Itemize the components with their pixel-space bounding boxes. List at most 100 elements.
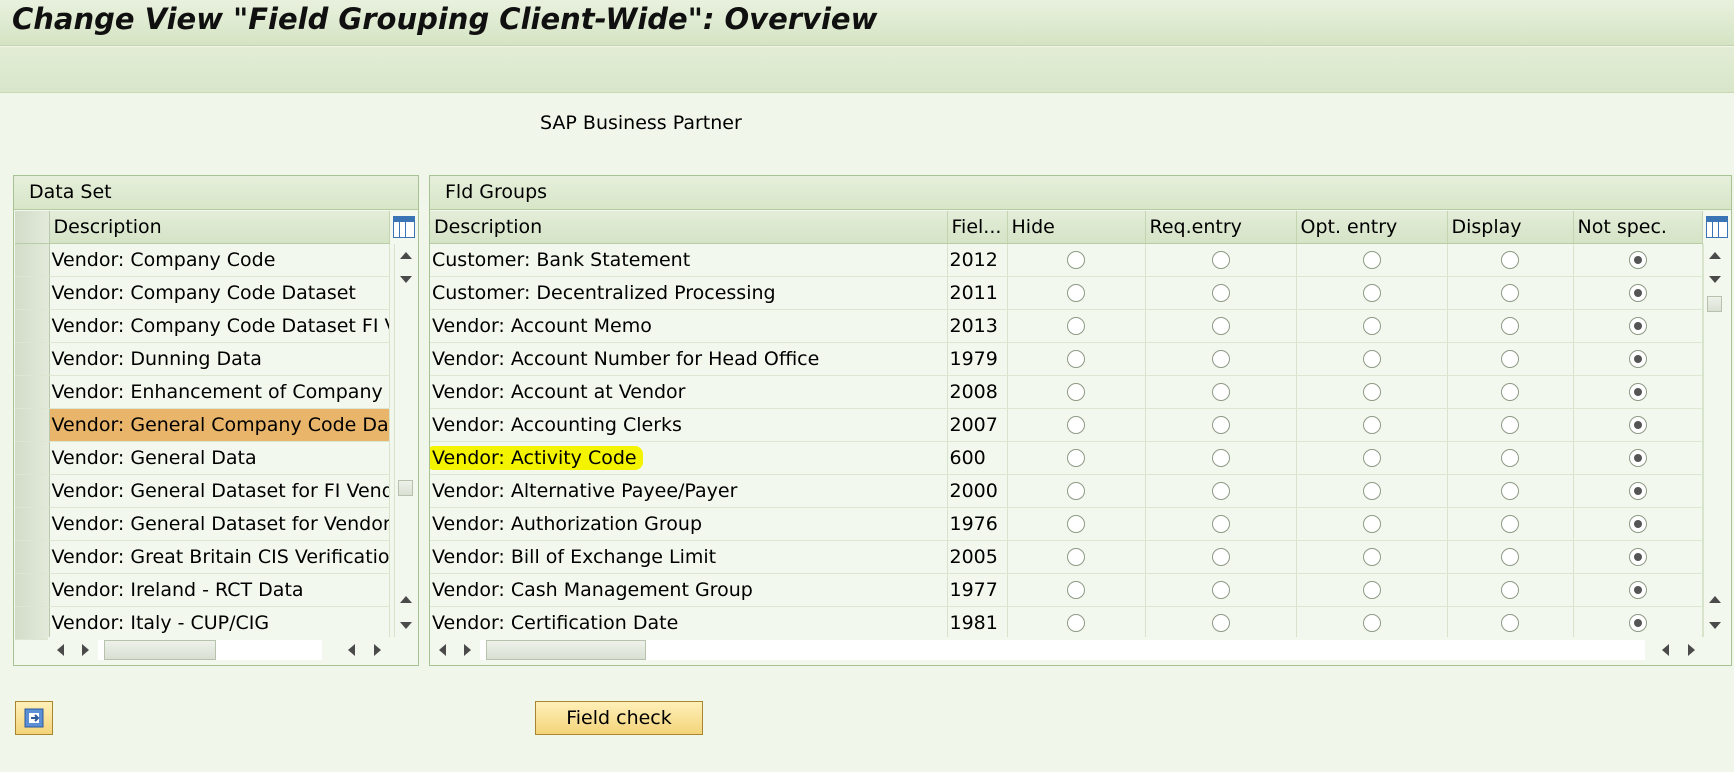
- row-selector-header[interactable]: [15, 211, 50, 244]
- data-set-description[interactable]: Vendor: Dunning Data: [49, 342, 390, 376]
- radio-display[interactable]: [1501, 251, 1519, 269]
- row-selector[interactable]: [15, 507, 50, 541]
- data-set-description-header[interactable]: Description: [49, 211, 390, 244]
- table-row[interactable]: Vendor: General Dataset for FI Vendor: [15, 474, 390, 508]
- radio-opt-entry[interactable]: [1362, 317, 1381, 335]
- radio-req-entry[interactable]: [1211, 251, 1230, 269]
- radio-hide[interactable]: [1067, 416, 1085, 434]
- radio-hide[interactable]: [1067, 284, 1085, 302]
- row-selector[interactable]: [15, 540, 50, 574]
- fld-groups-horizontal-scrollbar[interactable]: [430, 637, 1730, 663]
- radio-req-entry[interactable]: [1211, 614, 1230, 632]
- radio-hide[interactable]: [1067, 515, 1085, 533]
- table-row[interactable]: Vendor: General Company Code Data: [15, 408, 390, 442]
- table-row[interactable]: Vendor: Company Code Dataset FI Ven: [15, 309, 390, 343]
- scroll-page-up-arrow-icon[interactable]: [1709, 596, 1721, 603]
- scroll-thumb[interactable]: [486, 640, 646, 660]
- radio-req-entry[interactable]: [1211, 350, 1230, 368]
- radio-not-spec[interactable]: [1628, 317, 1647, 335]
- scroll-track[interactable]: [480, 640, 1645, 660]
- radio-opt-entry[interactable]: [1362, 449, 1381, 467]
- column-header-opt-entry[interactable]: Opt. entry: [1296, 211, 1448, 244]
- radio-hide[interactable]: [1067, 449, 1085, 467]
- radio-opt-entry[interactable]: [1362, 416, 1381, 434]
- radio-display[interactable]: [1501, 383, 1519, 401]
- radio-hide[interactable]: [1067, 251, 1085, 269]
- radio-not-spec[interactable]: [1628, 383, 1647, 401]
- radio-opt-entry[interactable]: [1362, 548, 1381, 566]
- row-selector[interactable]: [15, 474, 50, 508]
- radio-display[interactable]: [1501, 482, 1519, 500]
- column-header-description[interactable]: Description: [430, 211, 948, 244]
- radio-hide[interactable]: [1067, 482, 1085, 500]
- data-set-vertical-scrollbar[interactable]: [394, 244, 416, 640]
- row-selector[interactable]: [15, 573, 50, 607]
- radio-opt-entry[interactable]: [1362, 614, 1381, 632]
- radio-hide[interactable]: [1067, 383, 1085, 401]
- radio-display[interactable]: [1501, 581, 1519, 599]
- scroll-down-arrow-icon[interactable]: [400, 276, 412, 283]
- fld-groups-vertical-scrollbar[interactable]: [1703, 244, 1725, 640]
- field-check-button[interactable]: Field check: [535, 701, 703, 735]
- row-selector[interactable]: [15, 309, 50, 343]
- radio-req-entry[interactable]: [1211, 383, 1230, 401]
- data-set-description[interactable]: Vendor: Company Code Dataset FI Ven: [49, 309, 390, 343]
- column-header-display[interactable]: Display: [1447, 211, 1574, 244]
- radio-not-spec[interactable]: [1628, 284, 1647, 302]
- scroll-thumb[interactable]: [104, 640, 216, 660]
- data-set-description[interactable]: Vendor: Italy - CUP/CIG: [49, 606, 390, 640]
- radio-opt-entry[interactable]: [1362, 350, 1381, 368]
- row-selector[interactable]: [15, 342, 50, 376]
- data-set-description[interactable]: Vendor: Company Code: [49, 243, 390, 277]
- radio-display[interactable]: [1501, 614, 1519, 632]
- data-set-description[interactable]: Vendor: General Company Code Data: [49, 408, 390, 442]
- data-set-description[interactable]: Vendor: General Dataset for Vendor: [49, 507, 390, 541]
- radio-hide[interactable]: [1067, 317, 1085, 335]
- table-row[interactable]: Vendor: Enhancement of Company Coc: [15, 375, 390, 409]
- data-set-description[interactable]: Vendor: General Dataset for FI Vendor: [49, 474, 390, 508]
- scroll-thumb[interactable]: [398, 480, 413, 496]
- scroll-up-arrow-icon[interactable]: [400, 252, 412, 259]
- radio-display[interactable]: [1501, 449, 1519, 467]
- row-selector[interactable]: [15, 606, 50, 640]
- table-row[interactable]: Vendor: Company Code Dataset: [15, 276, 390, 310]
- scroll-page-right-arrow-icon[interactable]: [374, 644, 381, 656]
- row-selector[interactable]: [15, 408, 50, 442]
- radio-not-spec[interactable]: [1628, 251, 1647, 269]
- radio-req-entry[interactable]: [1211, 548, 1230, 566]
- table-row[interactable]: Vendor: Great Britain CIS Verification: [15, 540, 390, 574]
- scroll-page-right-arrow-icon[interactable]: [1688, 644, 1695, 656]
- column-settings-icon[interactable]: [1706, 216, 1728, 238]
- radio-display[interactable]: [1501, 515, 1519, 533]
- column-header-req-entry[interactable]: Req.entry: [1145, 211, 1297, 244]
- data-set-description[interactable]: Vendor: General Data: [49, 441, 390, 475]
- radio-not-spec[interactable]: [1628, 548, 1647, 566]
- radio-not-spec[interactable]: [1628, 350, 1647, 368]
- radio-req-entry[interactable]: [1211, 581, 1230, 599]
- scroll-page-down-arrow-icon[interactable]: [400, 622, 412, 629]
- table-row[interactable]: Vendor: Company Code: [15, 243, 390, 277]
- data-set-horizontal-scrollbar[interactable]: [48, 637, 398, 663]
- radio-display[interactable]: [1501, 416, 1519, 434]
- data-set-description[interactable]: Vendor: Great Britain CIS Verification: [49, 540, 390, 574]
- radio-hide[interactable]: [1067, 581, 1085, 599]
- data-set-description[interactable]: Vendor: Enhancement of Company Coc: [49, 375, 390, 409]
- radio-not-spec[interactable]: [1628, 515, 1647, 533]
- scroll-down-arrow-icon[interactable]: [1709, 276, 1721, 283]
- radio-hide[interactable]: [1067, 548, 1085, 566]
- scroll-page-left-arrow-icon[interactable]: [348, 644, 355, 656]
- radio-req-entry[interactable]: [1211, 317, 1230, 335]
- radio-req-entry[interactable]: [1211, 416, 1230, 434]
- radio-hide[interactable]: [1067, 350, 1085, 368]
- radio-not-spec[interactable]: [1628, 449, 1647, 467]
- radio-opt-entry[interactable]: [1362, 251, 1381, 269]
- scroll-right-arrow-icon[interactable]: [82, 644, 89, 656]
- scroll-thumb[interactable]: [1707, 296, 1722, 312]
- table-row[interactable]: Vendor: Ireland - RCT Data: [15, 573, 390, 607]
- scroll-page-down-arrow-icon[interactable]: [1709, 622, 1721, 629]
- radio-display[interactable]: [1501, 317, 1519, 335]
- radio-opt-entry[interactable]: [1362, 581, 1381, 599]
- radio-opt-entry[interactable]: [1362, 284, 1381, 302]
- scroll-page-up-arrow-icon[interactable]: [400, 596, 412, 603]
- scroll-up-arrow-icon[interactable]: [1709, 252, 1721, 259]
